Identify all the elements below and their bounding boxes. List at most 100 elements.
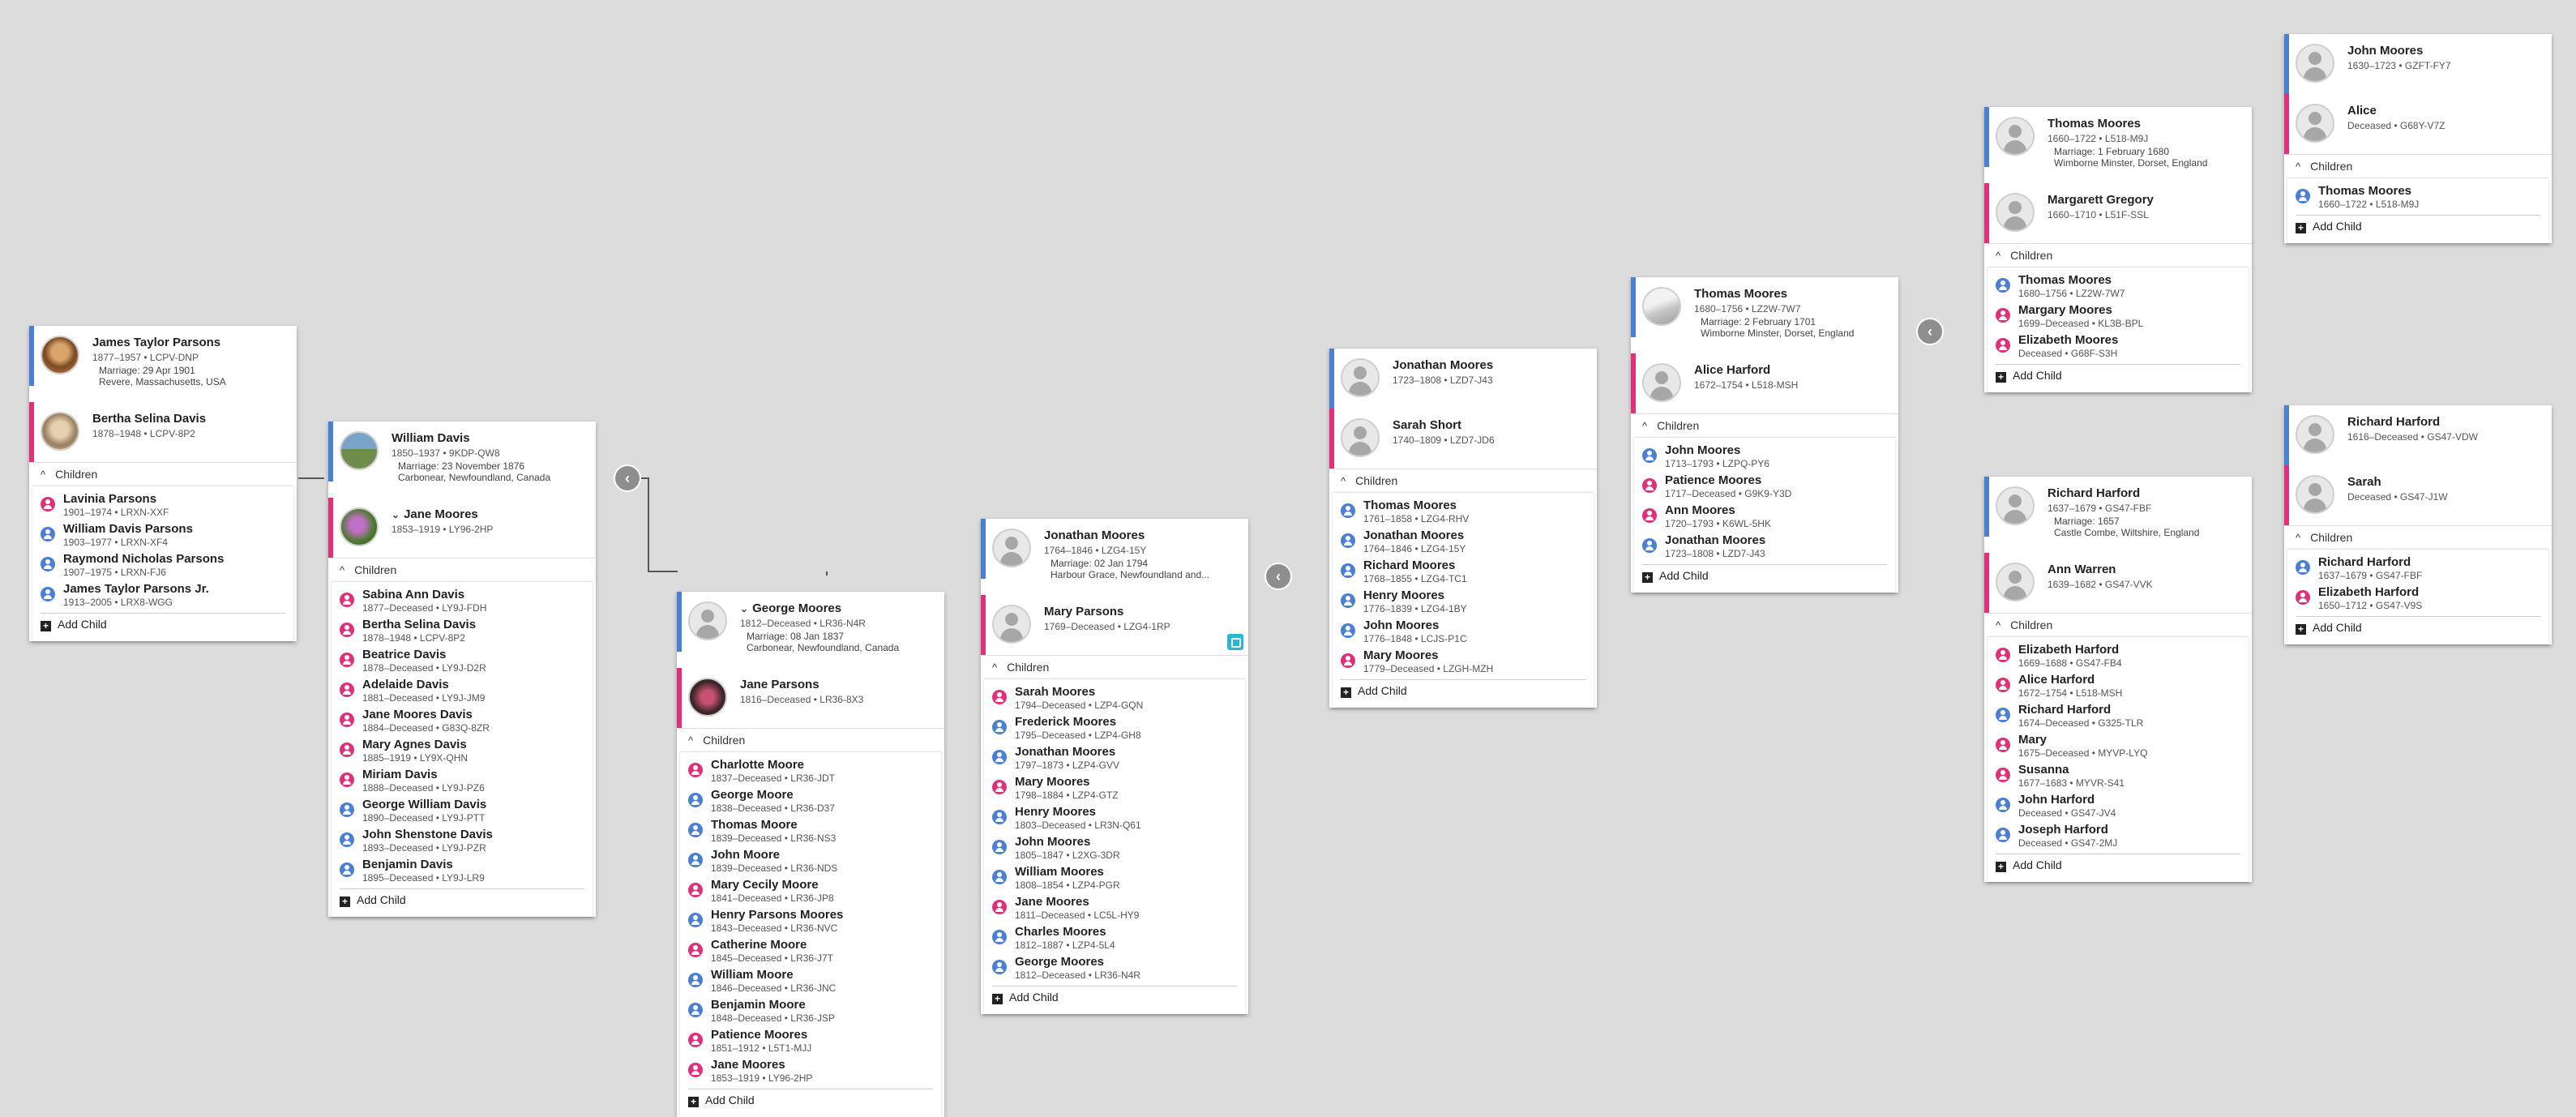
person-wife[interactable]: Mary Parsons 1769–Deceased • LZG4-1RP Marr… [981, 558, 1248, 655]
child-item[interactable]: Patience Moores 1851–1912 • L5T1-MJJ [680, 1025, 941, 1055]
child-item[interactable]: Catherine Moore 1845–Deceased • LR36-J7T [680, 935, 941, 965]
child-item[interactable]: Jane Moores 1811–Deceased • LC5L-HY9 [984, 892, 1245, 922]
child-name[interactable]: Richard Harford [2318, 555, 2411, 569]
child-name[interactable]: Mary Moores [1015, 775, 1090, 789]
person-avatar[interactable] [688, 678, 727, 717]
child-item[interactable]: Mary Moores 1798–1884 • LZP4-GTZ [984, 772, 1245, 802]
children-toggle[interactable]: ^ Children [1329, 469, 1597, 492]
person-name[interactable]: Sarah [2347, 475, 2381, 489]
person-wife[interactable]: Margarett Gregory 1660–1710 • L51F-SSL Mar… [1984, 146, 2252, 243]
child-name[interactable]: Mary Cecily Moore [711, 878, 819, 892]
child-name[interactable]: Thomas Moores [2018, 273, 2112, 287]
child-item[interactable]: Benjamin Davis 1895–Deceased • LY9J-LR9 [332, 855, 593, 885]
add-child-button[interactable]: + Add Child [2287, 617, 2548, 638]
person-name[interactable]: ⌄ Jane Moores [392, 507, 478, 521]
child-name[interactable]: Susanna [2018, 763, 2069, 777]
person-avatar[interactable] [2296, 475, 2334, 514]
person-avatar[interactable] [1642, 363, 1681, 402]
child-item[interactable]: Jane Moores 1853–1919 • LY96-2HP [680, 1055, 941, 1085]
person-wife[interactable]: Ann Warren 1639–1682 • GS47-VVK Marriage: … [1984, 516, 2252, 613]
child-item[interactable]: John Moores 1713–1793 • LZPQ-PY6 [1634, 441, 1895, 471]
child-item[interactable]: Jonathan Moores 1764–1846 • LZG4-15Y [1333, 526, 1594, 556]
child-item[interactable]: Thomas Moores 1680–1756 • LZ2W-7W7 [1988, 271, 2249, 301]
children-toggle[interactable]: ^ Children [29, 462, 297, 486]
child-name[interactable]: Miriam Davis [362, 768, 438, 781]
child-name[interactable]: George Moore [711, 788, 794, 802]
child-name[interactable]: Thomas Moores [1363, 499, 1457, 512]
child-name[interactable]: Joseph Harford [2018, 823, 2108, 837]
person-name[interactable]: John Moores [2347, 44, 2423, 58]
child-item[interactable]: Ann Moores 1720–1793 • K6WL-5HK [1634, 501, 1895, 531]
child-item[interactable]: Alice Harford 1672–1754 • L518-MSH [1988, 670, 2249, 700]
child-name[interactable]: Alice Harford [2018, 673, 2095, 687]
children-toggle[interactable]: ^ Children [1631, 413, 1898, 437]
child-name[interactable]: Charles Moores [1015, 925, 1106, 939]
child-item[interactable]: John Moores 1805–1847 • L2XG-3DR [984, 832, 1245, 862]
child-item[interactable]: Mary Agnes Davis 1885–1919 • LY9X-QHN [332, 735, 593, 765]
child-name[interactable]: Jonathan Moores [1015, 745, 1115, 759]
add-child-button[interactable]: + Add Child [1333, 680, 1594, 701]
child-name[interactable]: Jonathan Moores [1665, 533, 1765, 547]
child-item[interactable]: Richard Harford 1674–Deceased • G325-TLR [1988, 700, 2249, 730]
person-avatar[interactable] [992, 605, 1031, 644]
child-name[interactable]: Henry Parsons Moores [711, 908, 843, 922]
add-child-button[interactable]: + Add Child [680, 1089, 941, 1111]
person-husband[interactable]: John Moores 1630–1723 • GZFT-FY7 [2284, 34, 2552, 94]
child-name[interactable]: Charlotte Moore [711, 758, 804, 772]
child-item[interactable]: Thomas Moores 1660–1722 • L518-M9J [2287, 182, 2548, 212]
person-wife[interactable]: Sarah Deceased • GS47-J1W [2284, 465, 2552, 525]
person-avatar[interactable] [992, 529, 1031, 567]
person-name[interactable]: Jane Parsons [740, 678, 819, 691]
person-name[interactable]: Alice Harford [1694, 363, 1770, 377]
child-name[interactable]: Raymond Nicholas Parsons [63, 552, 224, 566]
add-child-button[interactable]: + Add Child [1988, 854, 2249, 875]
child-item[interactable]: John Moores 1776–1848 • LCJS-P1C [1333, 616, 1594, 646]
child-item[interactable]: Miriam Davis 1888–Deceased • LY9J-PZ6 [332, 765, 593, 795]
person-name[interactable]: ⌄ George Moores [740, 601, 841, 615]
child-item[interactable]: George Moores 1812–Deceased • LR36-N4R [984, 952, 1245, 982]
child-name[interactable]: James Taylor Parsons Jr. [63, 582, 209, 596]
person-avatar[interactable] [340, 507, 379, 546]
child-name[interactable]: William Moores [1015, 865, 1104, 879]
child-name[interactable]: Mary [2018, 733, 2047, 747]
child-item[interactable]: John Harford Deceased • GS47-JV4 [1988, 790, 2249, 820]
child-name[interactable]: John Moores [1015, 835, 1090, 849]
child-name[interactable]: Richard Harford [2018, 703, 2111, 717]
child-name[interactable]: Sabina Ann Davis [362, 588, 464, 601]
children-toggle[interactable]: ^ Children [2284, 525, 2552, 549]
chevron-down-icon[interactable]: ⌄ [740, 603, 748, 614]
child-name[interactable]: John Shenstone Davis [362, 828, 493, 841]
child-name[interactable]: Richard Moores [1363, 558, 1455, 572]
child-name[interactable]: William Davis Parsons [63, 522, 193, 536]
child-name[interactable]: Beatrice Davis [362, 648, 446, 661]
child-item[interactable]: Raymond Nicholas Parsons 1907–1975 • LRXN… [32, 550, 293, 580]
child-item[interactable]: Lavinia Parsons 1901–1974 • LRXN-XXF [32, 490, 293, 520]
child-name[interactable]: Henry Moores [1015, 805, 1096, 819]
children-toggle[interactable]: ^ Children [2284, 154, 2552, 178]
child-name[interactable]: Jane Moores [1015, 895, 1089, 909]
person-avatar[interactable] [1996, 193, 2035, 232]
collapse-ancestors-button[interactable]: ‹ [1264, 563, 1292, 590]
child-item[interactable]: Elizabeth Harford 1669–1688 • GS47-FB4 [1988, 640, 2249, 670]
child-item[interactable]: William Moores 1808–1854 • LZP4-PGR [984, 862, 1245, 892]
child-item[interactable]: Sarah Moores 1794–Deceased • LZP4-GQN [984, 683, 1245, 713]
person-name[interactable]: Ann Warren [2048, 563, 2116, 576]
child-item[interactable]: Margary Moores 1699–Deceased • KL3B-BPL [1988, 301, 2249, 331]
child-item[interactable]: George Moore 1838–Deceased • LR36-D37 [680, 785, 941, 815]
child-item[interactable]: Thomas Moore 1839–Deceased • LR36-NS3 [680, 815, 941, 845]
child-name[interactable]: Adelaide Davis [362, 678, 449, 691]
child-item[interactable]: Henry Parsons Moores 1843–Deceased • LR36… [680, 905, 941, 935]
child-name[interactable]: George Moores [1015, 955, 1104, 969]
child-item[interactable]: William Moore 1846–Deceased • LR36-JNC [680, 965, 941, 995]
add-child-button[interactable]: + Add Child [1634, 565, 1895, 586]
person-husband[interactable]: Jonathan Moores 1723–1808 • LZD7-J43 [1329, 349, 1597, 409]
child-name[interactable]: Margary Moores [2018, 303, 2112, 317]
child-item[interactable]: Charlotte Moore 1837–Deceased • LR36-JDT [680, 755, 941, 785]
child-name[interactable]: Thomas Moore [711, 818, 798, 832]
person-avatar[interactable] [1996, 486, 2035, 525]
child-item[interactable]: James Taylor Parsons Jr. 1913–2005 • LRX8… [32, 580, 293, 610]
child-item[interactable]: Sabina Ann Davis 1877–Deceased • LY9J-FDH [332, 585, 593, 615]
child-name[interactable]: Lavinia Parsons [63, 492, 156, 506]
collapse-ancestors-button[interactable]: ‹ [614, 464, 641, 492]
child-item[interactable]: Benjamin Moore 1848–Deceased • LR36-JSP [680, 995, 941, 1025]
